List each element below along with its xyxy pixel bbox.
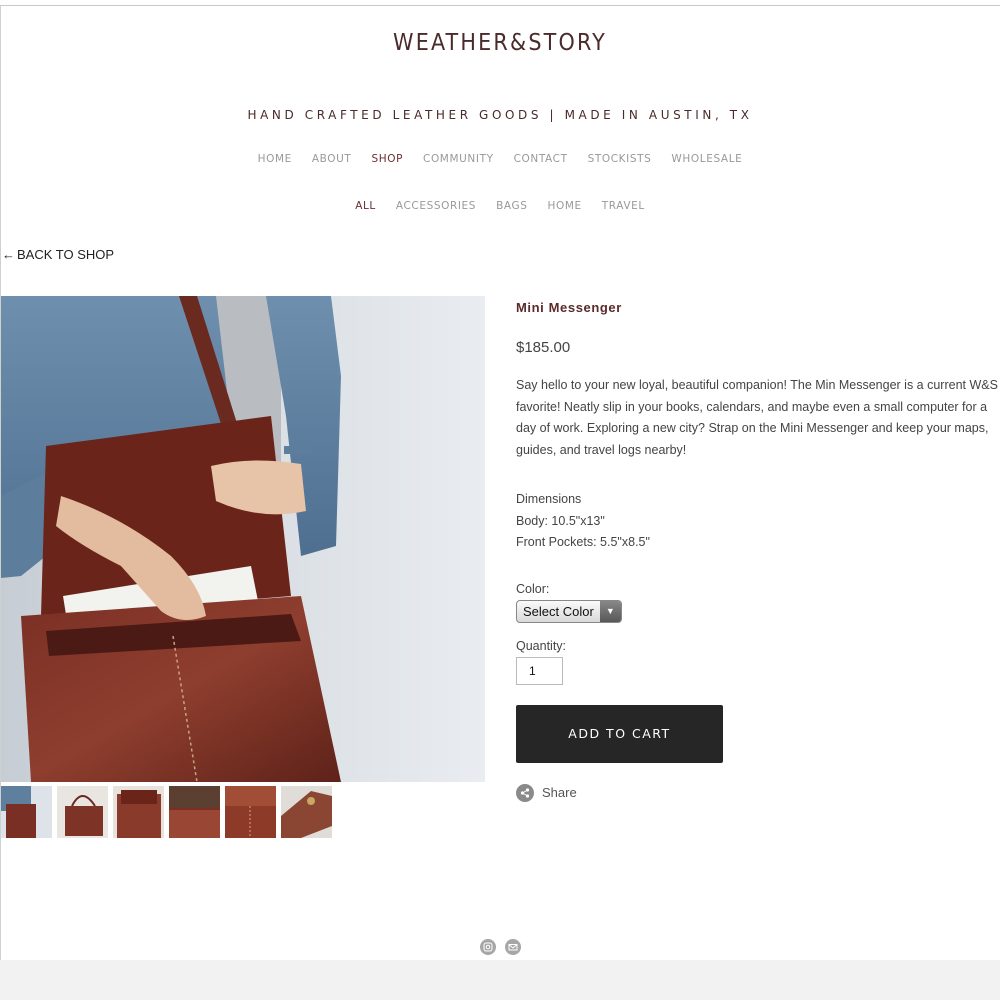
thumbnail[interactable] xyxy=(1,786,52,838)
thumbnail-image xyxy=(169,786,220,838)
browser-top-edge xyxy=(0,0,1000,6)
thumbnail[interactable] xyxy=(113,786,164,838)
thumbnail[interactable] xyxy=(169,786,220,838)
nav-contact[interactable]: CONTACT xyxy=(514,153,568,165)
back-to-shop-label: BACK TO SHOP xyxy=(17,247,115,262)
product-dimensions: Dimensions Body: 10.5"x13" Front Pockets… xyxy=(516,489,1000,554)
thumbnail-strip xyxy=(1,786,332,838)
thumbnail-image xyxy=(281,786,332,838)
thumbnail[interactable] xyxy=(281,786,332,838)
share-label: Share xyxy=(542,785,577,800)
logo-text: WEATHER&STORY xyxy=(393,30,607,56)
social-links xyxy=(480,939,521,955)
email-icon[interactable] xyxy=(505,939,521,955)
nav-wholesale[interactable]: WHOLESALE xyxy=(671,153,742,165)
back-arrow-icon: ← xyxy=(2,247,15,262)
nav-shop[interactable]: SHOP xyxy=(371,153,403,165)
nav-about[interactable]: ABOUT xyxy=(312,153,352,165)
thumbnail-image xyxy=(225,786,276,838)
color-select[interactable]: Select Color ▼ xyxy=(516,599,622,623)
nav-home[interactable]: HOME xyxy=(258,153,292,165)
product-price: $185.00 xyxy=(516,339,571,356)
quantity-input[interactable] xyxy=(516,656,563,685)
back-to-shop-link[interactable]: ← BACK TO SHOP xyxy=(2,247,114,262)
product-title: Mini Messenger xyxy=(516,300,622,315)
category-accessories[interactable]: ACCESSORIES xyxy=(396,200,476,212)
instagram-icon[interactable] xyxy=(480,939,496,955)
dimensions-heading: Dimensions xyxy=(516,492,582,506)
quantity-label: Quantity: xyxy=(516,638,567,653)
color-label: Color: xyxy=(516,581,550,596)
site-tagline: HAND CRAFTED LEATHER GOODS | MADE IN AUS… xyxy=(247,108,753,122)
add-to-cart-button[interactable]: ADD TO CART xyxy=(516,704,723,763)
color-select-value: Select Color xyxy=(523,603,594,619)
thumbnail[interactable] xyxy=(225,786,276,838)
category-bags[interactable]: BAGS xyxy=(496,200,527,212)
category-nav: ALL ACCESSORIES BAGS HOME TRAVEL xyxy=(0,200,1000,212)
nav-community[interactable]: COMMUNITY xyxy=(423,153,494,165)
share-icon xyxy=(516,783,534,802)
site-footer xyxy=(0,960,1000,1000)
category-home[interactable]: HOME xyxy=(547,200,581,212)
thumbnail-image xyxy=(113,786,164,838)
site-logo[interactable]: WEATHER&STORY xyxy=(0,30,1000,56)
product-details: Mini Messenger $185.00 Say hello to your… xyxy=(516,300,1000,802)
thumbnail-image xyxy=(57,786,108,838)
dimensions-body: Body: 10.5"x13" xyxy=(516,513,605,528)
dimensions-pockets: Front Pockets: 5.5"x8.5" xyxy=(516,535,650,549)
thumbnail[interactable] xyxy=(57,786,108,838)
main-nav: HOME ABOUT SHOP COMMUNITY CONTACT STOCKI… xyxy=(0,153,1000,165)
chevron-down-icon: ▼ xyxy=(599,600,621,622)
nav-stockists[interactable]: STOCKISTS xyxy=(588,153,652,165)
share-button[interactable]: Share xyxy=(516,783,1000,802)
product-main-image[interactable] xyxy=(1,296,485,782)
thumbnail-image xyxy=(1,786,52,838)
product-description: Say hello to your new loyal, beautiful c… xyxy=(516,378,998,457)
category-all[interactable]: ALL xyxy=(355,200,376,212)
category-travel[interactable]: TRAVEL xyxy=(602,200,645,212)
messenger-bag-photo xyxy=(1,296,485,782)
